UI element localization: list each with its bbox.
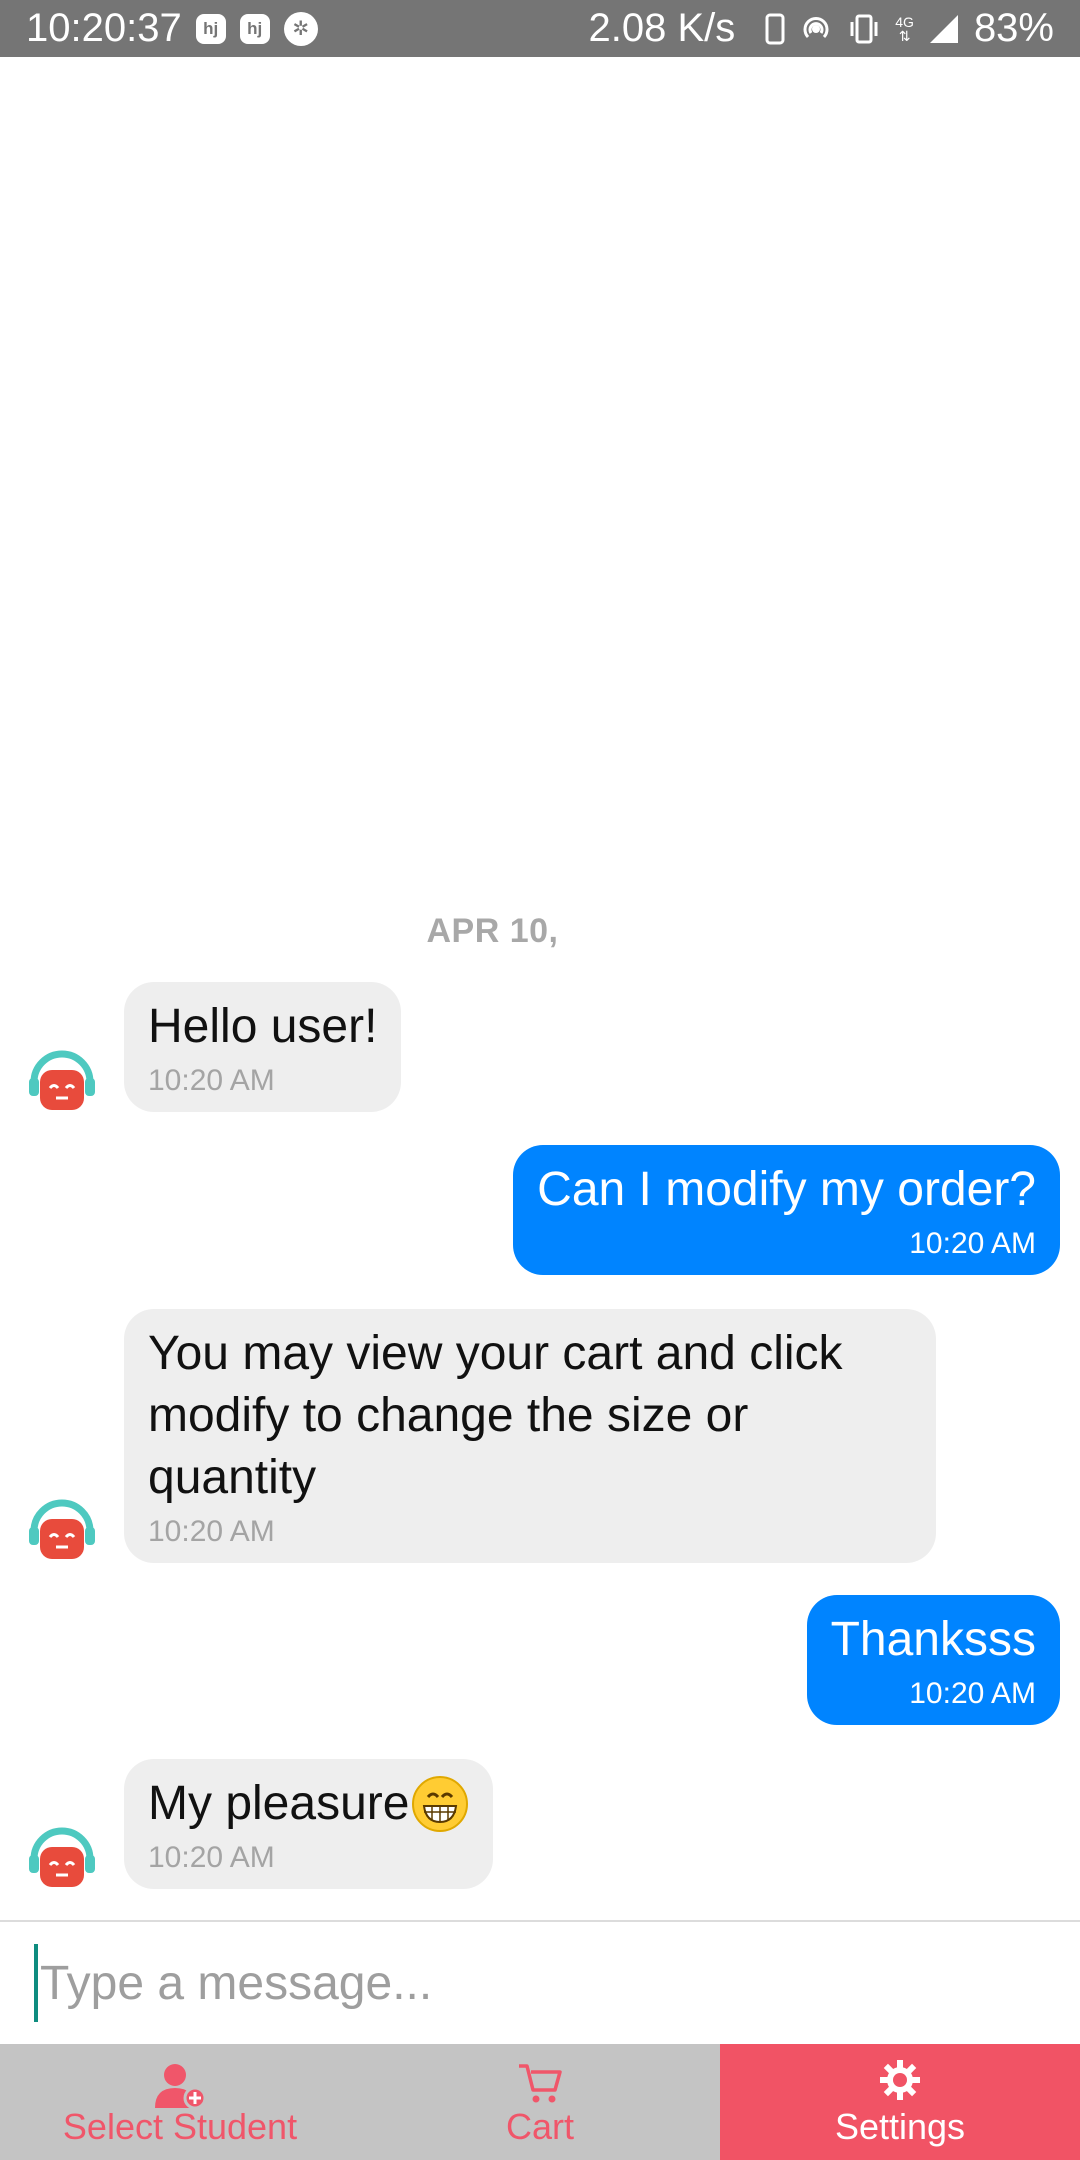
bottom-navigation: Select Student Cart Settings (0, 2044, 1080, 2160)
signal-icon (928, 13, 960, 45)
nav-label: Select Student (62, 2106, 298, 2147)
vibrate-icon (847, 13, 881, 45)
message-text: Can I modify my order? (537, 1163, 1036, 1216)
message-time: 10:20 AM (148, 1515, 275, 1548)
incoming-message[interactable]: My pleasure 10:20 AM (124, 1759, 494, 1889)
hj-app-icon: hj (195, 13, 226, 44)
bot-avatar-icon (29, 1050, 95, 1110)
hotspot-icon (799, 12, 833, 46)
message-input[interactable] (34, 1944, 1034, 2022)
nav-label: Settings (834, 2106, 966, 2147)
nav-settings[interactable]: Settings (720, 2044, 1080, 2160)
bot-avatar-icon (29, 1499, 95, 1559)
phone-icon (765, 13, 785, 45)
outgoing-message[interactable]: Can I modify my order? 10:20 AM (513, 1145, 1060, 1275)
nav-label: Cart (505, 2106, 574, 2147)
status-time: 10:20:37 (26, 6, 182, 50)
gear-icon (880, 2060, 920, 2100)
hj-app-icon: hj (239, 13, 270, 44)
message-time: 10:20 AM (909, 1677, 1036, 1710)
bot-avatar-icon (29, 1827, 95, 1887)
incoming-message[interactable]: You may view your cart and click modify … (124, 1309, 936, 1563)
status-bar: 10:20:37 hj hj ✲ 2.08 K/s 4G ⇅ 83% (0, 0, 1080, 57)
network-speed: 2.08 K/s (588, 6, 736, 50)
outgoing-message[interactable]: Thanksss 10:20 AM (806, 1595, 1060, 1725)
data-arrows-icon: 4G ⇅ (895, 15, 914, 43)
cart-icon (519, 2064, 562, 2103)
status-right: 2.08 K/s 4G ⇅ 83% (588, 6, 1054, 51)
message-time: 10:20 AM (909, 1227, 1036, 1260)
message-text: Thanksss (830, 1613, 1036, 1666)
battery-percent: 83% (973, 6, 1054, 50)
message-text: My pleasure (148, 1773, 469, 1835)
nav-cart[interactable]: Cart (360, 2044, 720, 2160)
aperture-icon: ✲ (283, 11, 318, 46)
nav-select-student[interactable]: Select Student (0, 2044, 360, 2160)
message-text: Hello user! (148, 1000, 378, 1053)
status-left: 10:20:37 hj hj ✲ (26, 6, 318, 51)
message-composer (0, 1920, 1080, 2044)
network-type-label: 4G (895, 13, 914, 30)
message-text: You may view your cart and click modify … (148, 1327, 843, 1504)
grinning-face-icon (412, 1776, 469, 1832)
add-user-icon (155, 2064, 207, 2110)
incoming-message[interactable]: Hello user! 10:20 AM (124, 982, 402, 1112)
chat-area[interactable]: APR 10, Hello user! 10:20 AM Can I modif… (0, 57, 1080, 1920)
data-direction-glyph: ⇅ (898, 27, 911, 44)
message-time: 10:20 AM (148, 1064, 275, 1097)
message-text-content: My pleasure (148, 1777, 410, 1830)
message-time: 10:20 AM (148, 1841, 275, 1874)
date-separator: APR 10, (426, 912, 559, 950)
